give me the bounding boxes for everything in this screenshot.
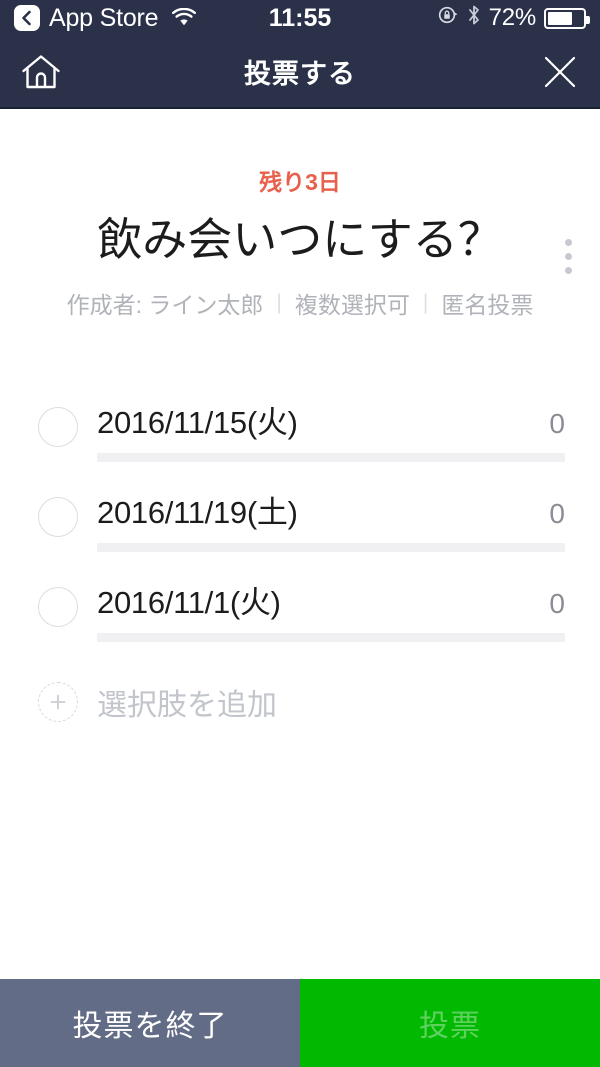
home-icon[interactable] [20,52,62,92]
meta-separator: | [276,291,282,315]
option-body: 2016/11/15(火) 0 [97,388,565,463]
poll-content: 残り3日 飲み会いつにする？ 作成者: ライン太郎 | 複数選択可 | 匿名投票… [0,109,600,979]
poll-meta: 作成者: ライン太郎 | 複数選択可 | 匿名投票 [0,286,600,320]
kebab-dot [565,253,572,260]
wifi-icon [171,8,197,28]
option-progress-track [97,633,565,643]
close-icon[interactable] [540,52,580,92]
status-bar: App Store 11:55 72% [0,0,600,36]
bottom-action-bar: 投票を終了 投票 [0,979,600,1067]
poll-option-row[interactable]: 2016/11/1(火) 0 [0,568,600,658]
app-screen: App Store 11:55 72% 投票する 残り3日 飲み会いつにする？ … [0,0,600,1067]
vote-button[interactable]: 投票 [300,979,600,1067]
add-option-row[interactable]: 選択肢を追加 [0,664,600,740]
chevron-left-icon[interactable] [14,5,40,31]
poll-question: 飲み会いつにする？ [97,214,503,265]
plus-circle-dashed-icon [38,682,78,723]
page-title: 投票する [244,59,356,89]
option-body: 2016/11/1(火) 0 [97,568,565,643]
poll-deadline: 残り3日 [259,169,341,195]
option-radio[interactable] [38,587,78,628]
option-top: 2016/11/19(土) 0 [97,487,565,532]
option-label: 2016/11/19(土) [97,495,298,531]
option-top: 2016/11/1(火) 0 [97,577,565,622]
poll-options-list: 2016/11/15(火) 0 2016/11/19(土) 0 2016/11/… [0,388,600,658]
poll-anonymous-flag: 匿名投票 [441,292,534,319]
nav-bar: 投票する [0,36,600,109]
battery-icon [544,7,590,29]
option-label: 2016/11/1(火) [97,585,281,621]
poll-multi-select-flag: 複数選択可 [294,292,410,319]
kebab-dot [565,267,572,274]
end-poll-button[interactable]: 投票を終了 [0,979,300,1067]
option-vote-count: 0 [549,588,565,620]
rotation-lock-icon [437,4,459,33]
more-vertical-icon[interactable] [561,235,576,278]
bluetooth-icon [467,4,481,33]
meta-separator: | [422,291,429,315]
poll-author: 作成者: ライン太郎 [66,292,264,319]
battery-percent-label: 72% [488,4,537,31]
option-body: 2016/11/19(土) 0 [97,478,565,553]
kebab-dot [565,239,572,246]
option-vote-count: 0 [549,498,565,530]
status-bar-left: App Store [14,5,197,31]
poll-option-row[interactable]: 2016/11/19(土) 0 [0,478,600,568]
option-radio[interactable] [38,407,78,448]
add-option-label: 選択肢を追加 [97,689,277,723]
option-radio[interactable] [38,497,78,538]
poll-option-row[interactable]: 2016/11/15(火) 0 [0,388,600,478]
battery-fill [548,11,573,25]
status-bar-right: 72% [437,4,590,33]
option-progress-track [97,543,565,553]
carrier-label[interactable]: App Store [49,5,159,31]
option-label: 2016/11/15(火) [97,405,298,441]
option-progress-track [97,453,565,463]
option-vote-count: 0 [549,408,565,440]
option-top: 2016/11/15(火) 0 [97,397,565,442]
